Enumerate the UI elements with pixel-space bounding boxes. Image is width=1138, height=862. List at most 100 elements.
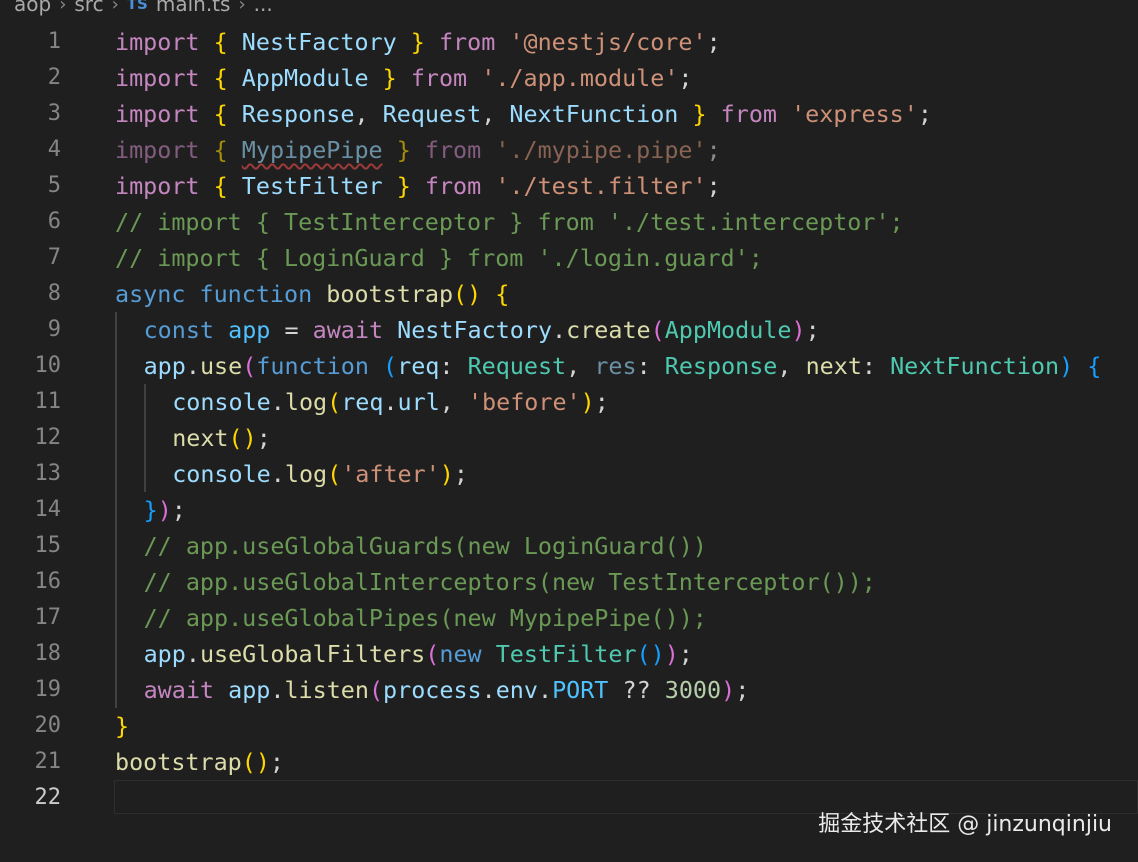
code-token: function xyxy=(256,352,369,380)
code-token: { xyxy=(495,280,510,308)
code-token: { xyxy=(1087,352,1102,380)
code-token: '@nestjs/core' xyxy=(509,28,707,56)
code-token: ( xyxy=(327,460,342,488)
code-token: Response xyxy=(664,352,778,380)
code-line[interactable]: 7 // import { LoginGuard } from './login.… xyxy=(0,240,1138,276)
line-number: 21 xyxy=(34,749,62,774)
code-text: // import { TestInterceptor } from './te… xyxy=(115,204,904,240)
code-token: , xyxy=(777,352,806,380)
code-text: app.use(function (req: Request, res: Res… xyxy=(144,348,1102,384)
code-line[interactable]: 10 app.use(function (req: Request, res: R… xyxy=(0,348,1138,384)
code-token: () xyxy=(453,280,482,308)
code-token: . xyxy=(185,352,200,380)
indent-guide xyxy=(115,348,117,384)
indent-guide xyxy=(115,636,117,672)
breadcrumb-file-main-ts[interactable]: main.ts xyxy=(156,0,231,16)
code-line[interactable]: 11 console.log(req.url, 'before'); xyxy=(0,384,1138,420)
breadcrumb-symbol-ellipsis[interactable]: ... xyxy=(254,0,273,16)
code-line[interactable]: 5 import { TestFilter } from './test.filt… xyxy=(0,168,1138,204)
code-token: . xyxy=(481,676,496,704)
code-editor[interactable]: 1 import { NestFactory } from '@nestjs/co… xyxy=(0,24,1138,816)
line-number: 1 xyxy=(47,29,61,54)
code-token: } xyxy=(382,64,397,92)
indent-guide xyxy=(115,600,117,636)
code-token: ) xyxy=(721,676,736,704)
code-token: ) xyxy=(439,460,454,488)
code-line[interactable]: 21 bootstrap(); xyxy=(0,744,1138,780)
breadcrumb-folder-aop[interactable]: aop xyxy=(14,0,51,16)
code-token: Request xyxy=(382,100,482,128)
code-text: bootstrap(); xyxy=(115,744,284,780)
code-line[interactable]: 20} xyxy=(0,708,1138,744)
code-text: const app = await NestFactory.create(App… xyxy=(144,312,820,348)
code-line[interactable]: 15 // app.useGlobalGuards(new LoginGuard(… xyxy=(0,528,1138,564)
code-line[interactable]: 1 import { NestFactory } from '@nestjs/co… xyxy=(0,24,1138,60)
code-token: { xyxy=(213,28,228,56)
code-token: ) xyxy=(157,496,172,524)
code-line[interactable]: 8 async function bootstrap() { xyxy=(0,276,1138,312)
code-token: NestFactory xyxy=(397,316,553,344)
line-number: 16 xyxy=(34,569,62,594)
code-text: console.log('after'); xyxy=(172,456,468,492)
code-token: next xyxy=(805,352,862,380)
typescript-file-icon: TS xyxy=(126,0,148,13)
code-line[interactable]: 12 next(); xyxy=(0,420,1138,456)
code-token: } xyxy=(396,136,411,164)
code-token: } xyxy=(396,172,411,200)
code-line[interactable]: 13 console.log('after'); xyxy=(0,456,1138,492)
code-token: } xyxy=(692,100,707,128)
line-number: 2 xyxy=(47,65,61,90)
code-token: { xyxy=(213,64,228,92)
code-token: ( xyxy=(383,352,398,380)
code-token: . xyxy=(270,388,285,416)
code-text: next(); xyxy=(172,420,271,456)
code-token: . xyxy=(552,316,567,344)
code-line[interactable]: 19 await app.listen(process.env.PORT ?? 3… xyxy=(0,672,1138,708)
code-token: from xyxy=(438,28,496,56)
line-number: 9 xyxy=(47,317,61,342)
code-line[interactable]: 18 app.useGlobalFilters(new TestFilter())… xyxy=(0,636,1138,672)
code-line[interactable]: 9 const app = await NestFactory.create(Ap… xyxy=(0,312,1138,348)
code-line[interactable]: 17 // app.useGlobalPipes(new MypipePipe()… xyxy=(0,600,1138,636)
code-line[interactable]: 3 import { Response, Request, NextFunctio… xyxy=(0,96,1138,132)
line-number: 14 xyxy=(34,497,62,522)
breadcrumb-folder-src[interactable]: src xyxy=(74,0,103,16)
code-token: bootstrap xyxy=(326,280,454,308)
chevron-right-icon: › xyxy=(59,0,67,15)
code-token: ; xyxy=(805,316,820,344)
code-token: import xyxy=(115,100,200,128)
code-token: ; xyxy=(594,388,609,416)
code-token: function xyxy=(199,280,313,308)
code-token: , xyxy=(439,388,468,416)
code-token: : xyxy=(861,352,891,380)
indent-guide xyxy=(143,384,146,420)
code-token: process xyxy=(383,676,482,704)
code-token: () xyxy=(636,640,665,668)
code-line[interactable]: 2 import { AppModule } from './app.module… xyxy=(0,60,1138,96)
code-line[interactable]: 6 // import { TestInterceptor } from './t… xyxy=(0,204,1138,240)
indent-guide xyxy=(143,456,146,492)
code-text: } xyxy=(115,708,129,744)
code-line[interactable]: 16 // app.useGlobalInterceptors(new TestI… xyxy=(0,564,1138,600)
code-line[interactable]: 14}); xyxy=(0,492,1138,528)
code-line[interactable]: 4 import { MypipePipe } from './mypipe.pi… xyxy=(0,132,1138,168)
code-token: : xyxy=(439,352,468,380)
code-token: from xyxy=(424,136,482,164)
code-token: // import { TestInterceptor } from './te… xyxy=(115,208,904,236)
code-token: req xyxy=(397,352,440,380)
code-token: () xyxy=(228,424,257,452)
line-number: 3 xyxy=(47,101,61,126)
code-text: app.useGlobalFilters(new TestFilter()); xyxy=(144,636,693,672)
